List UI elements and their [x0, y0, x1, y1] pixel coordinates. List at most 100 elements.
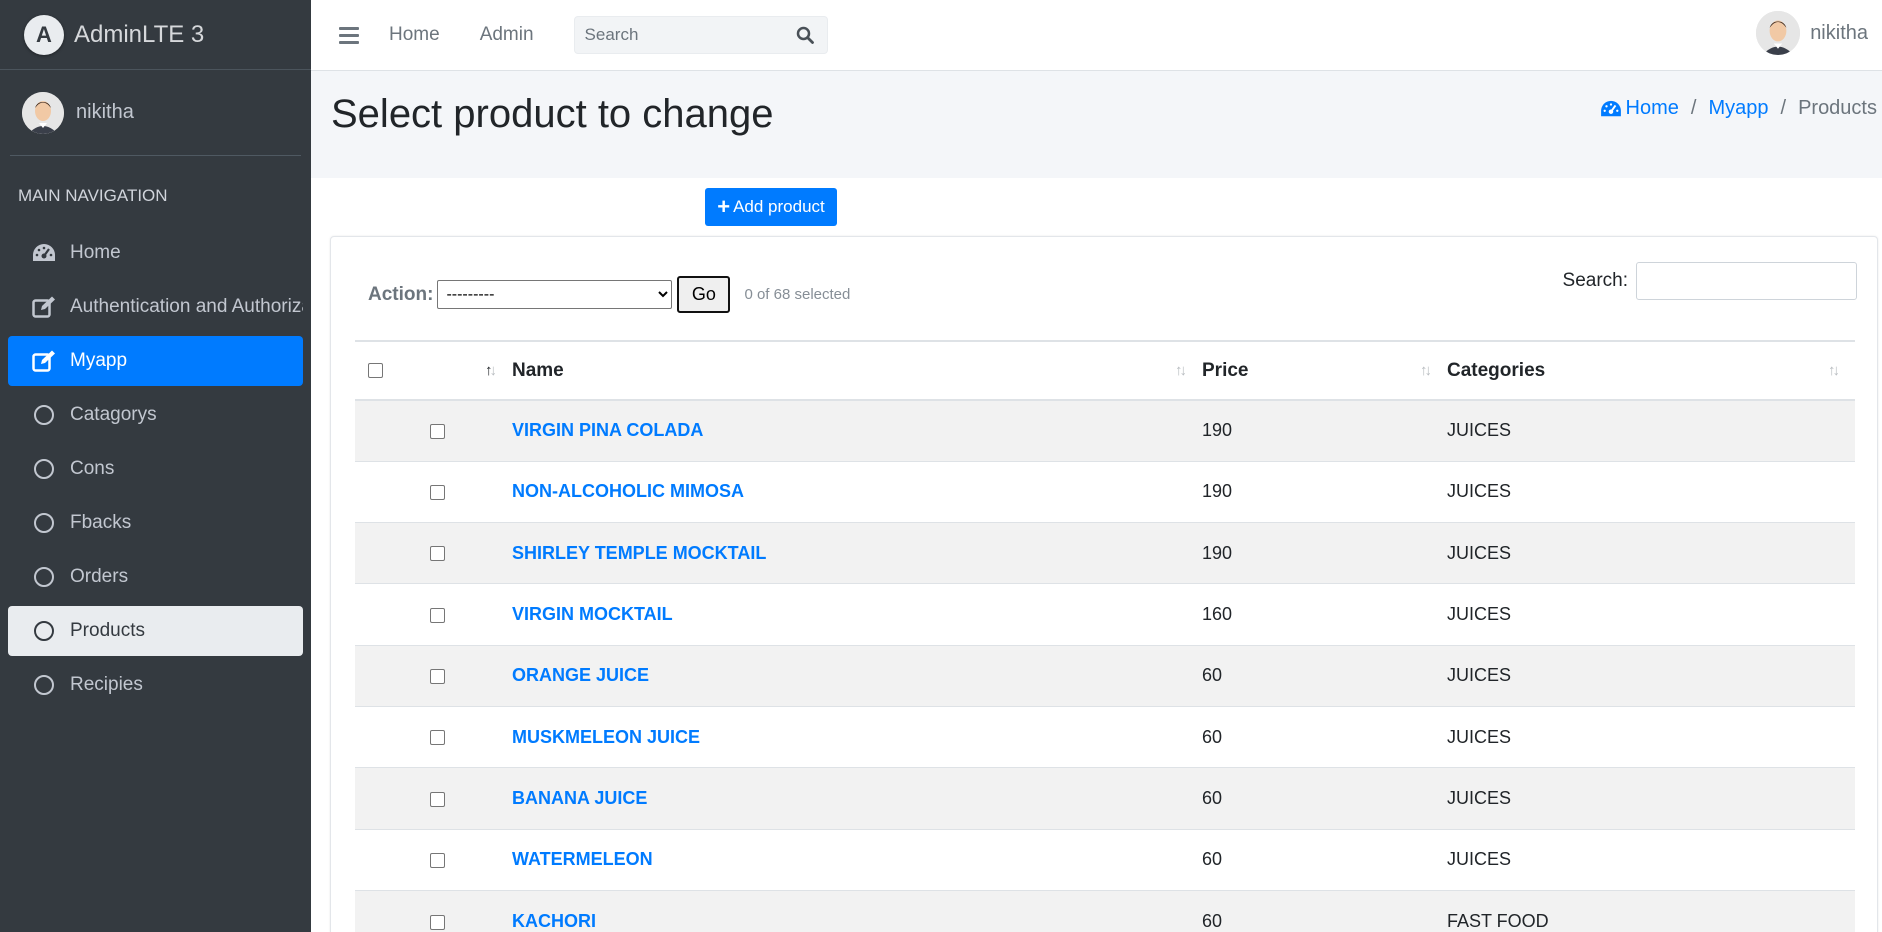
- product-name-link[interactable]: MUSKMELEON JUICE: [512, 727, 700, 747]
- breadcrumb-home-label: Home: [1625, 97, 1679, 119]
- row-category-cell: JUICES: [1447, 460, 1855, 523]
- add-product-label: Add product: [733, 197, 825, 216]
- row-category-cell: JUICES: [1447, 522, 1855, 584]
- sidebar-item-fbacks[interactable]: Fbacks: [8, 498, 303, 548]
- sidebar-item-label: Catagorys: [70, 404, 157, 425]
- column-sort-header[interactable]: ↑↓: [430, 340, 512, 401]
- product-name-link[interactable]: ORANGE JUICE: [512, 665, 649, 685]
- sort-icon[interactable]: ↑↓: [1175, 362, 1187, 379]
- table-row: VIRGIN MOCKTAIL 160 JUICES: [355, 583, 1855, 646]
- row-select-cell: [430, 644, 512, 707]
- row-spacer-cell: [355, 705, 430, 768]
- table-search-input[interactable]: [1636, 262, 1857, 300]
- column-categories-label: Categories: [1447, 359, 1546, 381]
- sidebar-item-orders[interactable]: Orders: [8, 552, 303, 602]
- circle-icon: [32, 403, 56, 427]
- row-checkbox[interactable]: [430, 852, 445, 868]
- brand-title: AdminLTE 3: [74, 20, 205, 48]
- sidebar-user-panel[interactable]: nikitha: [10, 70, 301, 156]
- top-user-menu[interactable]: nikitha: [1756, 11, 1868, 55]
- sidebar-username: nikitha: [76, 101, 134, 123]
- row-spacer-cell: [355, 767, 430, 830]
- page-title: Select product to change: [331, 92, 774, 136]
- search-icon[interactable]: [785, 17, 825, 53]
- sidebar-item-recipies[interactable]: Recipies: [8, 660, 303, 710]
- table-row: KACHORI 60 FAST FOOD: [355, 889, 1855, 932]
- column-header-categories[interactable]: Categories ↑↓: [1447, 340, 1855, 401]
- sidebar-item-label: Recipies: [70, 674, 143, 695]
- row-select-cell: [430, 522, 512, 584]
- edit-icon: [32, 349, 56, 373]
- sidebar-item-cons[interactable]: Cons: [8, 444, 303, 494]
- sort-icon[interactable]: ↑↓: [1828, 362, 1840, 379]
- row-name-cell: ORANGE JUICE: [512, 644, 1202, 707]
- table-row: VIRGIN PINA COLADA 190 JUICES: [355, 399, 1855, 462]
- table-header-row: ↑↓ Name ↑↓ Price ↑↓ Categories ↑↓: [355, 340, 1855, 401]
- sidebar-item-home[interactable]: Home: [8, 228, 303, 278]
- row-select-cell: [430, 889, 512, 932]
- row-name-cell: WATERMELEON: [512, 828, 1202, 891]
- table-search-label: Search:: [1562, 270, 1628, 291]
- product-name-link[interactable]: SHIRLEY TEMPLE MOCKTAIL: [512, 543, 766, 563]
- product-name-link[interactable]: KACHORI: [512, 911, 596, 931]
- row-spacer-cell: [355, 889, 430, 932]
- row-checkbox[interactable]: [430, 730, 445, 746]
- column-header-price[interactable]: Price ↑↓: [1202, 340, 1447, 401]
- sidebar-item-products[interactable]: Products: [8, 606, 303, 656]
- tachometer-icon: [32, 241, 56, 265]
- top-navbar: Home Admin nikitha: [311, 0, 1882, 71]
- row-checkbox[interactable]: [430, 669, 445, 685]
- edit-icon: [32, 295, 56, 319]
- top-search-form: [573, 16, 828, 54]
- row-select-cell: [430, 460, 512, 523]
- row-checkbox[interactable]: [430, 791, 445, 807]
- add-product-button[interactable]: + Add product: [705, 188, 837, 226]
- top-link-home[interactable]: Home: [389, 24, 440, 46]
- breadcrumb-myapp[interactable]: Myapp: [1708, 97, 1768, 120]
- circle-icon: [32, 565, 56, 589]
- brand-logo-icon: A: [24, 14, 64, 55]
- select-all-checkbox[interactable]: [368, 362, 383, 378]
- action-select[interactable]: ---------: [437, 280, 673, 309]
- row-price-cell: 60: [1202, 889, 1447, 932]
- row-checkbox[interactable]: [430, 607, 445, 623]
- menu-toggle-icon[interactable]: [339, 26, 359, 44]
- sort-icon[interactable]: ↑↓: [485, 362, 497, 379]
- product-name-link[interactable]: VIRGIN PINA COLADA: [512, 420, 703, 440]
- row-checkbox[interactable]: [430, 914, 445, 930]
- row-price-cell: 190: [1202, 399, 1447, 462]
- brand-link[interactable]: A AdminLTE 3: [0, 0, 311, 70]
- circle-icon: [32, 619, 56, 643]
- sort-icon[interactable]: ↑↓: [1420, 362, 1432, 379]
- row-select-cell: [430, 399, 512, 462]
- user-avatar-icon: [22, 91, 64, 134]
- row-checkbox[interactable]: [430, 546, 445, 562]
- sidebar-item-catagorys[interactable]: Catagorys: [8, 390, 303, 440]
- product-name-link[interactable]: BANANA JUICE: [512, 788, 647, 808]
- sidebar-item-authentication[interactable]: Authentication and Authorization: [8, 282, 303, 332]
- row-price-cell: 190: [1202, 522, 1447, 584]
- row-select-cell: [430, 705, 512, 768]
- product-name-link[interactable]: NON-ALCOHOLIC MIMOSA: [512, 481, 744, 501]
- breadcrumb: Home / Myapp / Products: [1600, 97, 1877, 120]
- results-table: ↑↓ Name ↑↓ Price ↑↓ Categories ↑↓ VIRGIN PI…: [355, 340, 1855, 932]
- product-name-link[interactable]: WATERMELEON: [512, 849, 653, 869]
- row-name-cell: BANANA JUICE: [512, 767, 1202, 830]
- product-name-link[interactable]: VIRGIN MOCKTAIL: [512, 604, 673, 624]
- sidebar-item-myapp[interactable]: Myapp: [8, 336, 303, 386]
- top-search-input[interactable]: [574, 25, 785, 45]
- breadcrumb-separator: /: [1690, 97, 1697, 119]
- go-button[interactable]: Go: [677, 276, 731, 313]
- plus-icon: +: [717, 194, 731, 219]
- column-header-name[interactable]: Name ↑↓: [512, 340, 1202, 401]
- circle-icon: [32, 457, 56, 481]
- breadcrumb-home[interactable]: Home: [1600, 97, 1679, 120]
- table-row: NON-ALCOHOLIC MIMOSA 190 JUICES: [355, 460, 1855, 523]
- row-checkbox[interactable]: [430, 485, 445, 501]
- top-link-admin[interactable]: Admin: [480, 24, 534, 46]
- row-price-cell: 190: [1202, 460, 1447, 523]
- row-checkbox[interactable]: [430, 424, 445, 440]
- row-price-cell: 60: [1202, 644, 1447, 707]
- row-category-cell: JUICES: [1447, 828, 1855, 891]
- row-spacer-cell: [355, 522, 430, 584]
